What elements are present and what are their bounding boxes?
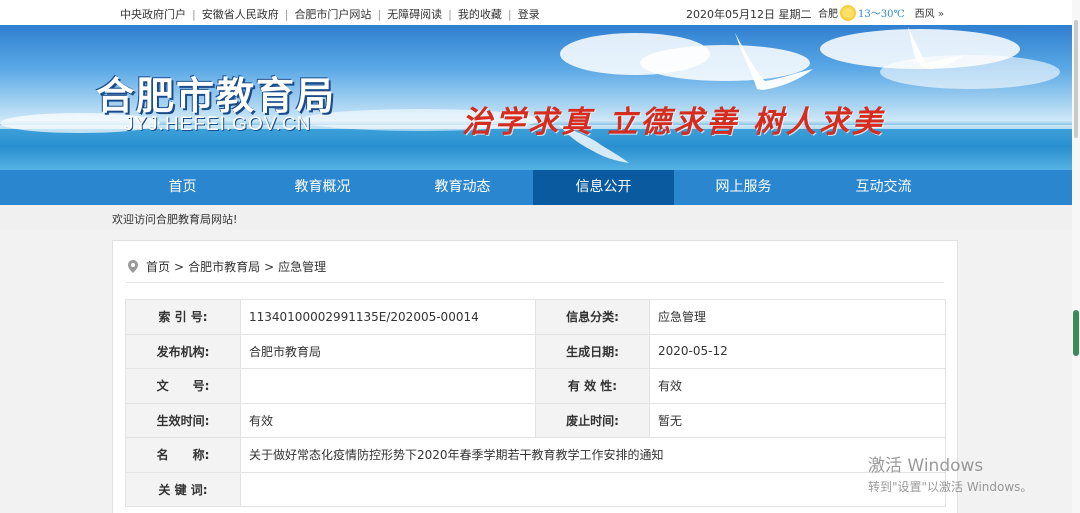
divider	[126, 282, 944, 283]
site-domain: JYJ.HEFEI.GOV.CN	[124, 114, 312, 135]
weather-temp: 13～30℃	[858, 9, 905, 20]
breadcrumb-home[interactable]: 首页	[146, 260, 170, 274]
breadcrumb-separator: >	[174, 260, 185, 274]
table-row: 生效时间: 有效 废止时间: 暂无	[125, 402, 946, 438]
name-label: 名 称:	[125, 437, 241, 473]
document-info-table: 索 引 号: 11340100002991135E/202005-00014 信…	[125, 299, 946, 507]
breadcrumb-bureau[interactable]: 合肥市教育局	[188, 260, 260, 274]
scrollbar-upper	[1074, 20, 1078, 138]
weather-city: 合肥	[818, 9, 838, 20]
docno-value	[240, 368, 536, 404]
publisher-value: 合肥市教育局	[240, 333, 536, 369]
keywords-label: 关 键 词:	[125, 471, 241, 507]
top-links: 中央政府门户 | 安徽省人民政府 | 合肥市门户网站 | 无障碍阅读 | 我的收藏 | 登录	[120, 6, 540, 22]
breadcrumb-current[interactable]: 应急管理	[278, 260, 326, 274]
keywords-value	[240, 471, 946, 507]
motto-slogan: 治学求真 立德求善 树人求美	[462, 105, 885, 140]
index-label: 索 引 号:	[125, 299, 241, 335]
double-chevron-right-icon: »	[937, 9, 944, 20]
header-banner: 合肥市教育局 JYJ.HEFEI.GOV.CN 治学求真 立德求善 树人求美	[0, 25, 1080, 170]
nav-info-disclosure[interactable]: 信息公开	[533, 170, 674, 205]
divider: |	[507, 8, 512, 21]
breadcrumb: 首页 > 合肥市教育局 > 应急管理	[128, 258, 326, 275]
effective-label: 生效时间:	[125, 402, 241, 438]
windows-activation-watermark: 激活 Windows 转到"设置"以激活 Windows。	[868, 451, 1032, 495]
top-bar: 中央政府门户 | 安徽省人民政府 | 合肥市门户网站 | 无障碍阅读 | 我的收藏 | 登录 202…	[0, 0, 1080, 25]
welcome-text: 欢迎访问合肥教育局网站!	[112, 213, 238, 226]
nav-overview[interactable]: 教育概况	[252, 170, 393, 205]
weather-widget: 合肥 13～30℃ 西风 »	[818, 4, 944, 23]
nav-home[interactable]: 首页	[112, 170, 253, 205]
link-hefei-portal[interactable]: 合肥市门户网站	[294, 8, 371, 21]
category-label: 信息分类:	[535, 299, 650, 335]
link-login[interactable]: 登录	[518, 8, 540, 21]
link-favorites[interactable]: 我的收藏	[458, 8, 502, 21]
divider: |	[192, 8, 196, 21]
weather-wind: 西风	[914, 9, 935, 20]
location-pin-icon	[128, 260, 138, 273]
nav-online-service[interactable]: 网上服务	[673, 170, 814, 205]
activation-title: 激活 Windows	[868, 456, 984, 476]
link-anhui-gov[interactable]: 安徽省人民政府	[202, 8, 279, 21]
swan-icon	[908, 27, 964, 70]
expire-value: 暂无	[649, 402, 946, 438]
name-value: 关于做好常态化疫情防控形势下2020年春季学期若干教育教学工作安排的通知	[240, 437, 946, 473]
divider: |	[448, 8, 452, 21]
table-row: 名 称: 关于做好常态化疫情防控形势下2020年春季学期若干教育教学工作安排的通…	[125, 437, 946, 473]
validity-value: 有效	[649, 368, 946, 404]
nav-interaction[interactable]: 互动交流	[813, 170, 954, 205]
breadcrumb-separator: >	[264, 260, 275, 274]
created-value: 2020-05-12	[649, 333, 946, 369]
link-central-gov[interactable]: 中央政府门户	[120, 8, 186, 21]
table-row: 发布机构: 合肥市教育局 生成日期: 2020-05-12	[125, 333, 946, 369]
scrollbar-thumb[interactable]	[1073, 310, 1079, 356]
created-label: 生成日期:	[535, 333, 650, 369]
welcome-strip: 欢迎访问合肥教育局网站!	[0, 205, 1080, 230]
table-row: 关 键 词:	[125, 471, 946, 507]
site-logo[interactable]: 合肥市教育局	[96, 65, 336, 120]
expire-label: 废止时间:	[535, 402, 650, 438]
category-value: 应急管理	[649, 299, 946, 335]
table-row: 索 引 号: 11340100002991135E/202005-00014 信…	[125, 299, 946, 335]
index-value: 11340100002991135E/202005-00014	[240, 299, 536, 335]
main-nav: 首页 教育概况 教育动态 信息公开 网上服务 互动交流	[0, 170, 1080, 205]
divider: |	[377, 8, 382, 21]
effective-value: 有效	[240, 402, 536, 438]
sun-icon	[840, 4, 856, 21]
validity-label: 有 效 性:	[535, 368, 650, 404]
docno-label: 文 号:	[125, 368, 241, 404]
link-accessibility[interactable]: 无障碍阅读	[387, 8, 442, 21]
nav-news[interactable]: 教育动态	[392, 170, 533, 205]
publisher-label: 发布机构:	[125, 333, 241, 369]
table-row: 文 号: 有 效 性: 有效	[125, 368, 946, 404]
current-date: 2020年05月12日 星期二	[686, 8, 812, 21]
activation-hint: 转到"设置"以激活 Windows。	[868, 480, 1033, 494]
divider: |	[284, 8, 289, 21]
